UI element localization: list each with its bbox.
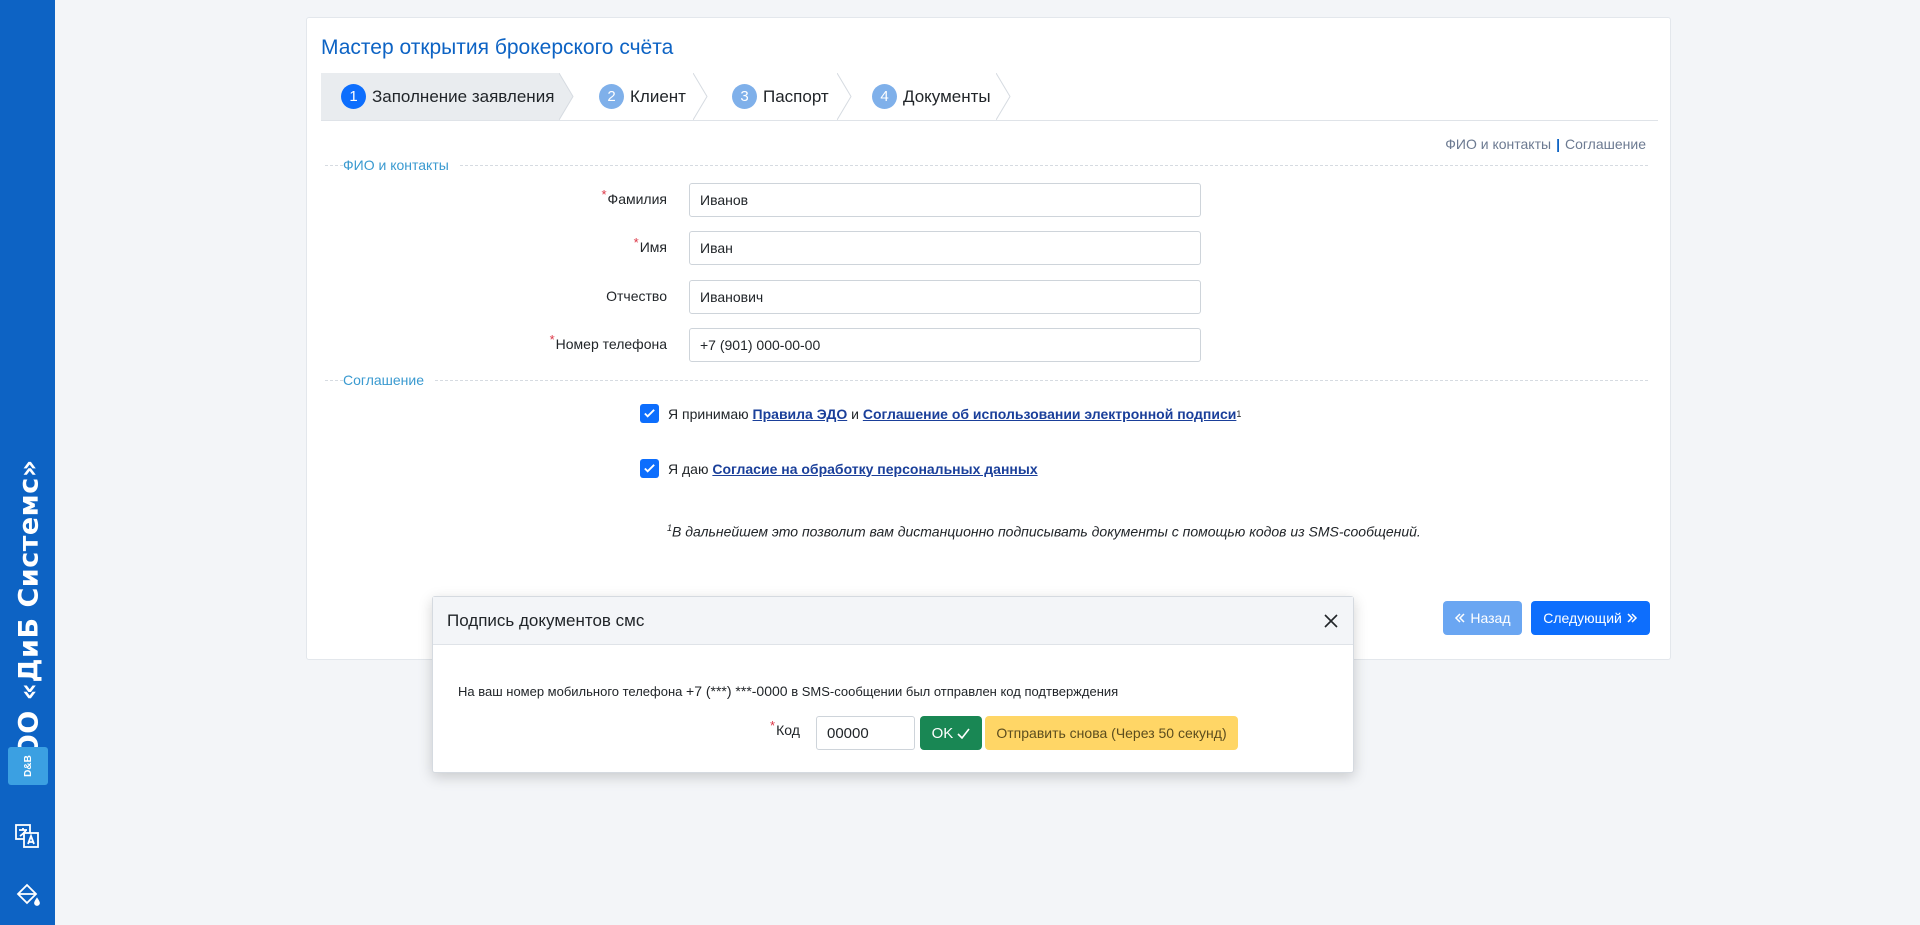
phone-label: *Номер телефона bbox=[549, 332, 667, 352]
required-marker: * bbox=[770, 718, 776, 733]
edo-checkbox[interactable] bbox=[640, 404, 659, 423]
edo-and: и bbox=[851, 405, 859, 422]
row-first-name: *Имя bbox=[307, 231, 1670, 265]
footnote: 1В дальнейшем это позволит вам дистанцио… bbox=[667, 523, 1421, 540]
link-separator: | bbox=[1556, 136, 1560, 152]
link-agreement[interactable]: Соглашение bbox=[1565, 136, 1646, 152]
step-passport[interactable]: 3 Паспорт bbox=[712, 73, 836, 120]
company-logo: D&B bbox=[8, 747, 48, 785]
page-title: Мастер открытия брокерского счёта bbox=[321, 36, 674, 59]
checkmark-icon bbox=[644, 409, 655, 418]
step-label: Заполнение заявления bbox=[372, 86, 555, 106]
sidebar: ООО «ДиБ Системс» D&B bbox=[0, 0, 55, 925]
section-divider bbox=[325, 380, 1648, 381]
required-marker: * bbox=[601, 187, 607, 202]
modal-title: Подпись документов смс bbox=[447, 610, 645, 630]
ok-button[interactable]: OK bbox=[920, 716, 982, 750]
step-separator bbox=[559, 73, 574, 120]
step-number: 2 bbox=[599, 84, 624, 109]
step-separator bbox=[837, 73, 852, 120]
personal-data-checkbox[interactable] bbox=[640, 459, 659, 478]
step-number: 3 bbox=[732, 84, 757, 109]
link-contacts[interactable]: ФИО и контакты bbox=[1445, 136, 1551, 152]
code-label: *Код bbox=[770, 718, 800, 738]
modal-message: На ваш номер мобильного телефона +7 (***… bbox=[458, 683, 1119, 699]
last-name-label: *Фамилия bbox=[601, 187, 667, 207]
step-client[interactable]: 2 Клиент bbox=[579, 73, 687, 120]
step-number: 1 bbox=[341, 84, 366, 109]
footnote-marker: 1 bbox=[1236, 408, 1242, 419]
step-number: 4 bbox=[872, 84, 897, 109]
step-application[interactable]: 1 Заполнение заявления bbox=[321, 73, 559, 120]
step-separator bbox=[996, 73, 1011, 120]
first-name-input[interactable] bbox=[689, 231, 1201, 265]
row-phone: *Номер телефона bbox=[307, 328, 1670, 362]
wizard-stepper: 1 Заполнение заявления 2 Клиент 3 Паспор… bbox=[321, 73, 1658, 121]
personal-data-link[interactable]: Согласие на обработку персональных данны… bbox=[712, 461, 1037, 477]
row-middle-name: Отчество bbox=[307, 280, 1670, 314]
translate-icon[interactable] bbox=[13, 822, 41, 850]
edo-prefix: Я принимаю bbox=[668, 405, 749, 422]
edo-agreement-row: Я принимаю Правила ЭДО и Соглашение об и… bbox=[640, 404, 1241, 423]
sms-sign-modal: Подпись документов смс На ваш номер моби… bbox=[432, 596, 1354, 773]
step-label: Клиент bbox=[630, 86, 686, 106]
section-divider bbox=[325, 165, 1648, 166]
sms-code-input[interactable] bbox=[816, 716, 915, 750]
section-title-agreement: Соглашение bbox=[343, 372, 435, 388]
step-label: Документы bbox=[903, 86, 991, 106]
checkmark-icon bbox=[957, 728, 971, 739]
checkmark-icon bbox=[644, 464, 655, 473]
back-button[interactable]: Назад bbox=[1443, 601, 1522, 635]
required-marker: * bbox=[549, 332, 555, 347]
paint-bucket-icon[interactable] bbox=[13, 880, 41, 908]
modal-header: Подпись документов смс bbox=[433, 597, 1353, 645]
company-name: ООО «ДиБ Системс» bbox=[13, 459, 45, 781]
esign-agreement-link[interactable]: Соглашение об использовании электронной … bbox=[863, 406, 1237, 422]
close-icon[interactable] bbox=[1319, 609, 1343, 633]
step-documents[interactable]: 4 Документы bbox=[852, 73, 992, 120]
resend-button[interactable]: Отправить снова (Через 50 секунд) bbox=[985, 716, 1238, 750]
required-marker: * bbox=[633, 235, 639, 250]
personal-data-row: Я даю Согласие на обработку персональных… bbox=[640, 459, 1038, 478]
section-title-contacts: ФИО и контакты bbox=[343, 157, 459, 173]
last-name-input[interactable] bbox=[689, 183, 1201, 217]
personal-prefix: Я даю bbox=[668, 460, 709, 477]
next-button[interactable]: Следующий bbox=[1531, 601, 1650, 635]
middle-name-label: Отчество bbox=[606, 288, 667, 304]
phone-input[interactable] bbox=[689, 328, 1201, 362]
chevron-right-icon bbox=[1627, 613, 1637, 623]
step-label: Паспорт bbox=[763, 86, 829, 106]
chevron-left-icon bbox=[1455, 613, 1466, 623]
wizard-card: Мастер открытия брокерского счёта 1 Запо… bbox=[306, 17, 1671, 660]
step-separator bbox=[693, 73, 708, 120]
row-last-name: *Фамилия bbox=[307, 183, 1670, 217]
masked-phone: +7 (***) ***-0000 bbox=[686, 683, 788, 699]
first-name-label: *Имя bbox=[633, 235, 667, 255]
edo-rules-link[interactable]: Правила ЭДО bbox=[753, 406, 848, 422]
section-quick-links: ФИО и контакты | Соглашение bbox=[1445, 136, 1646, 152]
middle-name-input[interactable] bbox=[689, 280, 1201, 314]
